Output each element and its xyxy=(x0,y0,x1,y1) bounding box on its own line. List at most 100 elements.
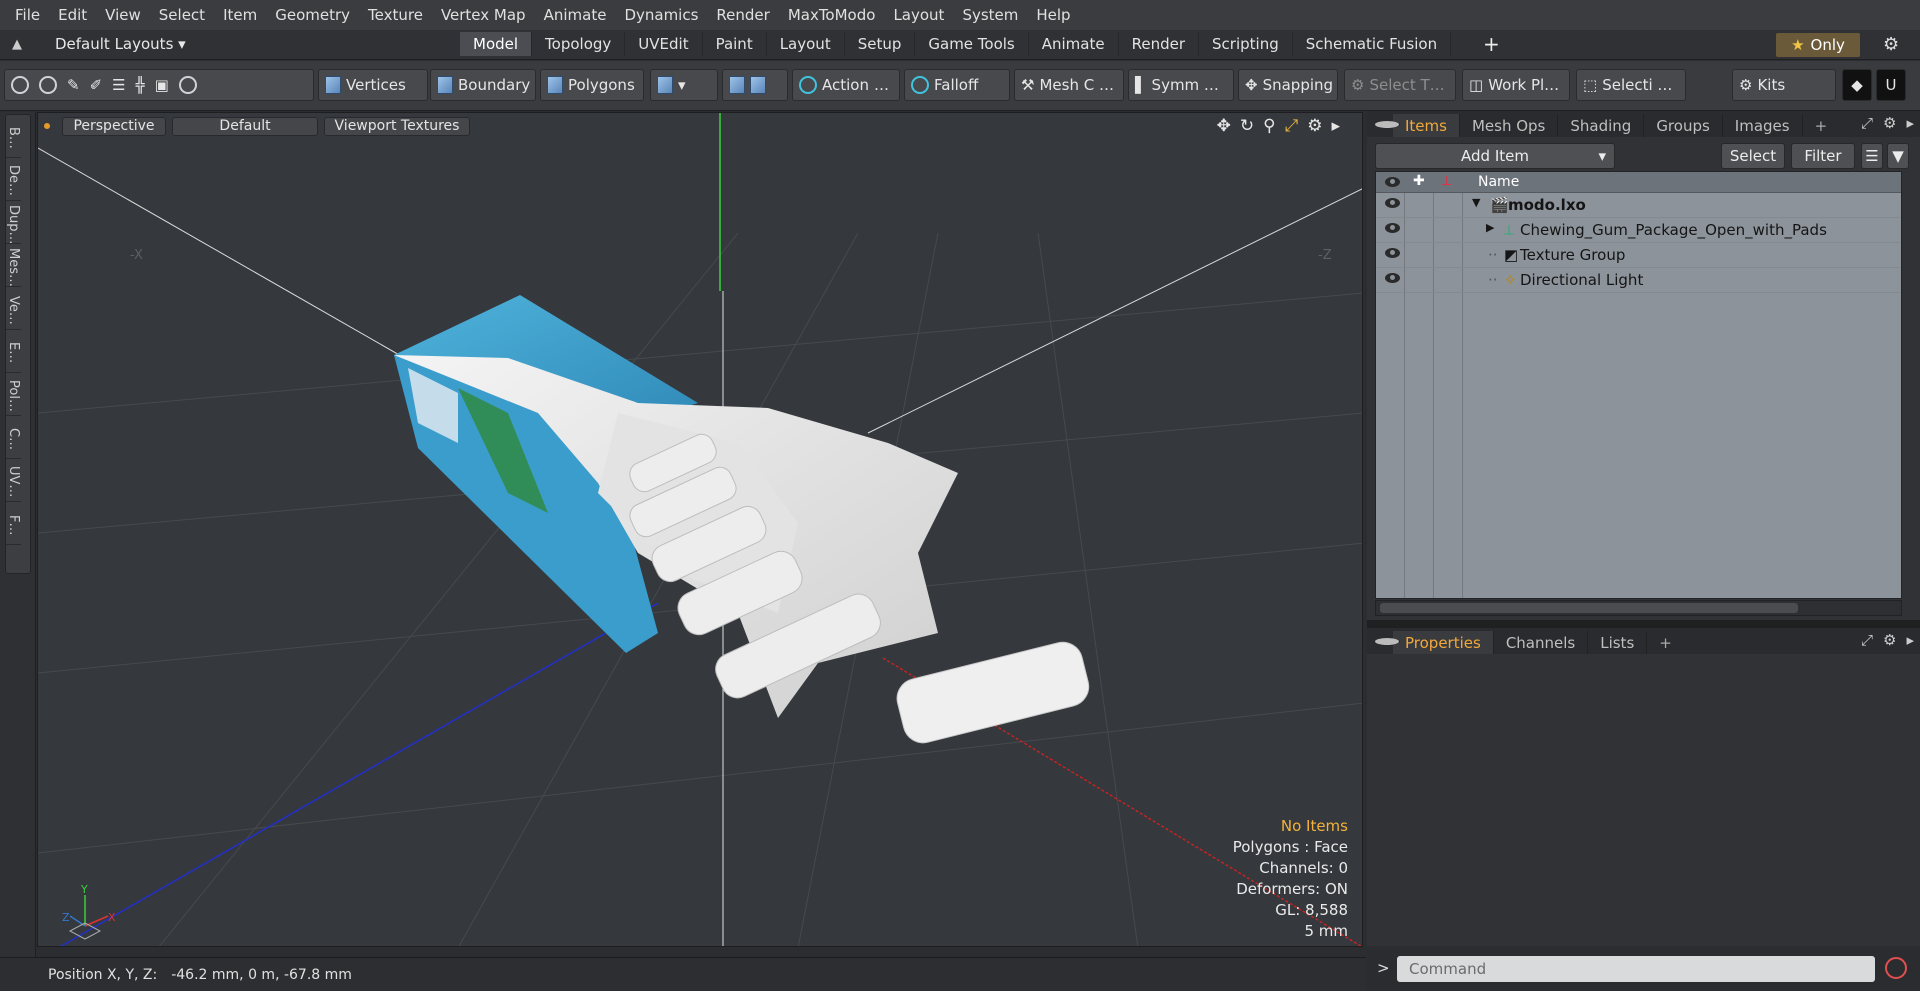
tab-animate[interactable]: Animate xyxy=(1029,32,1119,56)
zoom-icon[interactable]: ⚲ xyxy=(1263,116,1275,136)
tab-images[interactable]: Images xyxy=(1723,114,1803,137)
panel-maximize-icon[interactable]: ⤢ xyxy=(1861,631,1873,649)
default-layouts-dropdown[interactable]: Default Layouts ▾ xyxy=(55,35,186,53)
menu-texture[interactable]: Texture xyxy=(359,6,432,24)
visibility-eye-icon[interactable] xyxy=(1385,223,1400,233)
circle-slash-icon[interactable] xyxy=(178,76,197,94)
pen-icon[interactable]: ✎ xyxy=(67,76,80,94)
rotate-icon[interactable]: ↻ xyxy=(1240,116,1254,136)
3d-viewport[interactable]: -X -Z Perspective Default Viewport Textu… xyxy=(37,112,1363,947)
tree-row-texture-group[interactable]: ·· ◩ Texture Group xyxy=(1376,243,1901,268)
brush-icon[interactable]: ✐ xyxy=(90,76,103,94)
tab-setup[interactable]: Setup xyxy=(845,32,916,56)
vtab-fusion[interactable]: F… xyxy=(6,502,21,545)
vtab-mesh-edit[interactable]: Mes… xyxy=(6,244,21,287)
vtab-duplicate[interactable]: Dup… xyxy=(6,201,21,244)
vtab-vertex[interactable]: Ve… xyxy=(6,287,21,330)
horizontal-scrollbar[interactable] xyxy=(1375,600,1902,616)
collapse-up-icon[interactable]: ▲ xyxy=(12,37,22,52)
symmetry-button[interactable]: ▌ Symm … xyxy=(1128,69,1234,101)
symmetry-toggle-group[interactable] xyxy=(722,69,788,101)
menu-view[interactable]: View xyxy=(96,6,150,24)
tab-schematic-fusion[interactable]: Schematic Fusion xyxy=(1293,32,1452,56)
vtab-polygon[interactable]: Pol… xyxy=(6,373,21,416)
add-panel-tab-icon[interactable]: + xyxy=(1647,631,1684,654)
panel-gear-icon[interactable]: ⚙ xyxy=(1883,114,1896,132)
panel-gear-icon[interactable]: ⚙ xyxy=(1883,631,1896,649)
visibility-eye-icon[interactable] xyxy=(1385,248,1400,258)
selection-sets-button[interactable]: ⬚ Selecti … xyxy=(1576,69,1686,101)
frame-icon[interactable]: ▣ xyxy=(155,76,169,94)
only-toggle-button[interactable]: ★ Only xyxy=(1776,33,1860,57)
boundary-button[interactable]: Boundary xyxy=(430,69,536,101)
pan-icon[interactable]: ✥ xyxy=(1217,116,1231,136)
falloff-button[interactable]: Falloff xyxy=(904,69,1010,101)
select-button[interactable]: Select xyxy=(1721,143,1785,169)
tab-items[interactable]: Items xyxy=(1393,114,1460,137)
menu-render[interactable]: Render xyxy=(707,6,778,24)
vtab-deform[interactable]: De… xyxy=(6,158,21,201)
tab-mesh-ops[interactable]: Mesh Ops xyxy=(1460,114,1559,137)
vtab-curve[interactable]: C… xyxy=(6,416,21,459)
tab-lists[interactable]: Lists xyxy=(1588,631,1648,654)
menu-dynamics[interactable]: Dynamics xyxy=(615,6,707,24)
snapping-button[interactable]: ✥ Snapping xyxy=(1238,69,1338,101)
polygons-button[interactable]: Polygons xyxy=(540,69,644,101)
vtab-uv[interactable]: UV… xyxy=(6,459,21,502)
tab-channels[interactable]: Channels xyxy=(1494,631,1589,654)
tab-game-tools[interactable]: Game Tools xyxy=(915,32,1029,56)
work-plane-button[interactable]: ◫ Work Pl… xyxy=(1462,69,1570,101)
panel-maximize-icon[interactable]: ⤢ xyxy=(1861,114,1873,132)
tab-model[interactable]: Model xyxy=(460,32,533,56)
mesh-constraints-button[interactable]: ⚒ Mesh C … xyxy=(1014,69,1124,101)
circle-select-icon[interactable] xyxy=(11,76,29,94)
vtab-basic[interactable]: B… xyxy=(6,115,21,158)
shading-dropdown[interactable]: Default xyxy=(172,116,318,136)
list-options-icon[interactable]: ☰ xyxy=(1861,143,1883,169)
perspective-dropdown[interactable]: Perspective xyxy=(62,116,166,136)
menu-vertex-map[interactable]: Vertex Map xyxy=(432,6,535,24)
scroll-thumb[interactable] xyxy=(1380,603,1798,613)
record-macro-icon[interactable] xyxy=(1885,957,1907,979)
tab-render[interactable]: Render xyxy=(1119,32,1200,56)
gear-icon[interactable]: ⚙ xyxy=(1883,34,1899,55)
menu-help[interactable]: Help xyxy=(1027,6,1079,24)
menu-maxtomodo[interactable]: MaxToModo xyxy=(779,6,885,24)
add-item-button[interactable]: Add Item ▾ xyxy=(1375,143,1615,169)
unity-icon[interactable]: ◆ xyxy=(1842,69,1872,101)
panel-expand-icon[interactable]: ▸ xyxy=(1906,114,1914,132)
vtab-edge[interactable]: E… xyxy=(6,330,21,373)
visibility-eye-icon[interactable] xyxy=(1385,273,1400,283)
name-column-header[interactable]: Name xyxy=(1478,174,1519,190)
collapse-arrow-icon[interactable]: ▼ xyxy=(1472,196,1480,209)
axis-header-icon[interactable]: ⟂ xyxy=(1442,173,1451,189)
expand-arrow-icon[interactable]: ▶ xyxy=(1486,221,1494,234)
align-icon[interactable]: ☰ xyxy=(112,76,125,94)
item-mode-dropdown[interactable]: ▾ xyxy=(650,69,718,101)
menu-layout[interactable]: Layout xyxy=(884,6,953,24)
lock-header-icon[interactable]: ✚ xyxy=(1413,173,1425,189)
tab-layout[interactable]: Layout xyxy=(767,32,845,56)
menu-file[interactable]: File xyxy=(6,6,49,24)
tab-properties[interactable]: Properties xyxy=(1393,631,1494,654)
add-tab-plus-icon[interactable]: + xyxy=(1483,32,1500,56)
menu-geometry[interactable]: Geometry xyxy=(266,6,359,24)
viewport-expand-icon[interactable]: ▸ xyxy=(1331,116,1340,136)
unreal-icon[interactable]: U xyxy=(1876,69,1906,101)
panel-expand-icon[interactable]: ▸ xyxy=(1906,631,1914,649)
menu-animate[interactable]: Animate xyxy=(535,6,616,24)
eye-header-icon[interactable] xyxy=(1385,177,1400,187)
tab-scripting[interactable]: Scripting xyxy=(1199,32,1293,56)
menu-system[interactable]: System xyxy=(953,6,1027,24)
select-through-button[interactable]: ⚙ Select T… xyxy=(1344,69,1456,101)
tree-row-mesh[interactable]: ▶ ⟂ Chewing_Gum_Package_Open_with_Pads xyxy=(1376,218,1901,243)
vertices-button[interactable]: Vertices xyxy=(318,69,428,101)
command-input[interactable]: Command xyxy=(1397,956,1875,982)
menu-select[interactable]: Select xyxy=(150,6,214,24)
menu-edit[interactable]: Edit xyxy=(49,6,96,24)
tab-groups[interactable]: Groups xyxy=(1644,114,1723,137)
viewport-textures-dropdown[interactable]: Viewport Textures xyxy=(324,116,470,136)
tab-paint[interactable]: Paint xyxy=(703,32,767,56)
tree-row-directional-light[interactable]: ·· ✧ Directional Light xyxy=(1376,268,1901,293)
filter-button[interactable]: Filter xyxy=(1791,143,1855,169)
